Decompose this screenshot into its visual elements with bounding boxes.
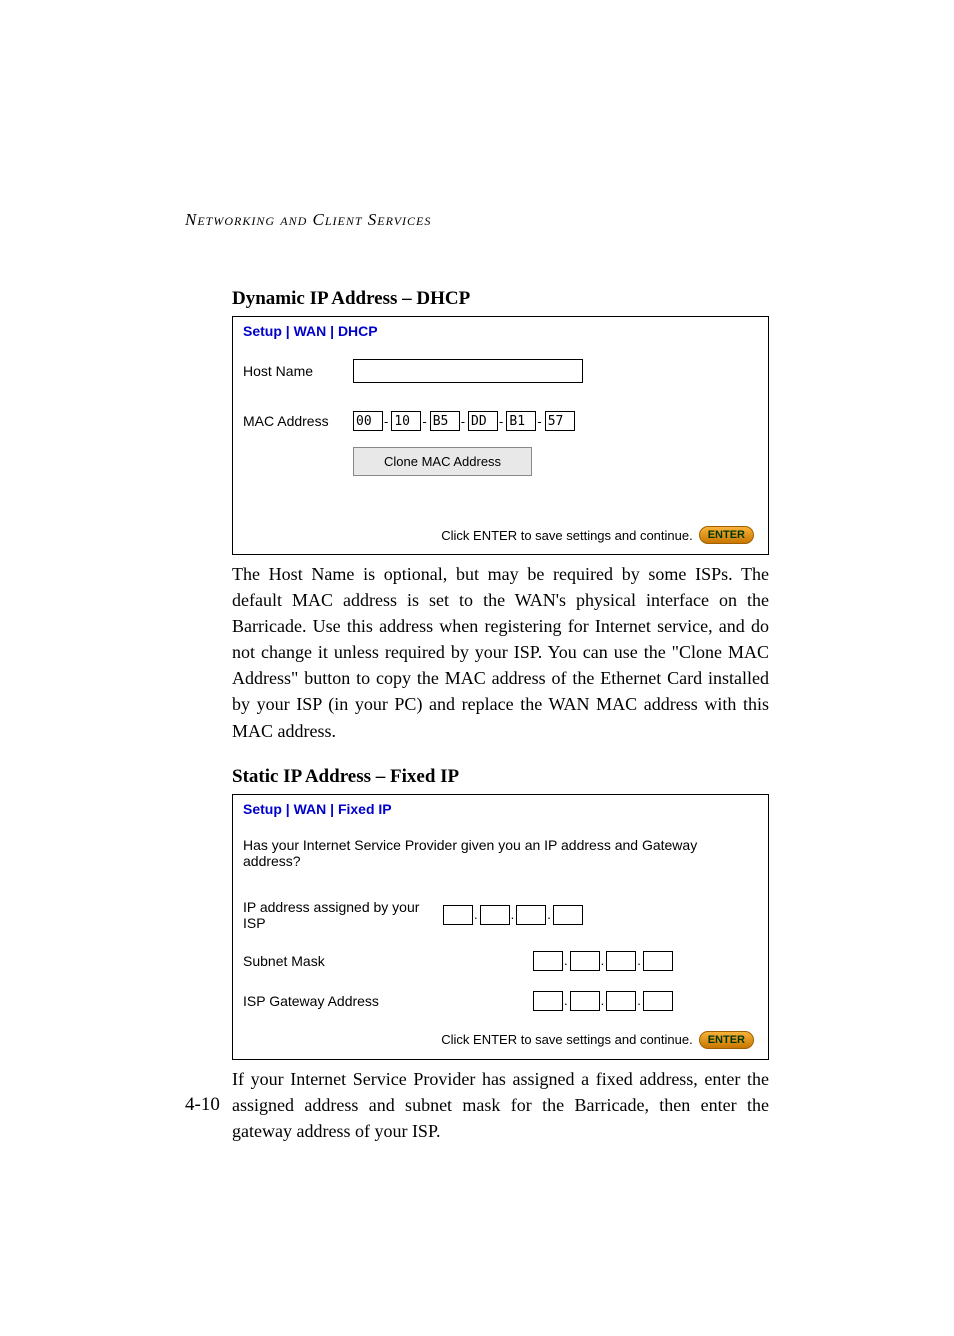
subnet-label: Subnet Mask — [243, 953, 443, 969]
dot: . — [637, 953, 641, 968]
mac-sep: - — [384, 414, 388, 429]
page-number: 4-10 — [185, 1094, 220, 1116]
dot: . — [637, 993, 641, 1008]
gw-oct-1[interactable] — [533, 991, 563, 1011]
mac-sep: - — [461, 414, 465, 429]
host-name-label: Host Name — [243, 363, 353, 379]
subnet-oct-2[interactable] — [570, 951, 600, 971]
ip-label: IP address assigned by your ISP — [243, 899, 443, 931]
ip-oct-1[interactable] — [443, 905, 473, 925]
fixed-panel: Setup | WAN | Fixed IP Has your Internet… — [232, 794, 769, 1060]
mac-oct-1[interactable] — [353, 411, 383, 431]
save-hint-dhcp: Click ENTER to save settings and continu… — [441, 528, 692, 543]
subnet-oct-4[interactable] — [643, 951, 673, 971]
mac-sep: - — [499, 414, 503, 429]
enter-button-dhcp[interactable]: ENTER — [699, 526, 754, 544]
save-hint-fixed: Click ENTER to save settings and continu… — [441, 1032, 692, 1047]
gateway-label: ISP Gateway Address — [243, 993, 443, 1009]
dot: . — [511, 907, 515, 922]
breadcrumb-dhcp: Setup | WAN | DHCP — [243, 323, 758, 339]
ip-oct-4[interactable] — [553, 905, 583, 925]
gw-oct-2[interactable] — [570, 991, 600, 1011]
dot: . — [601, 953, 605, 968]
clone-mac-button[interactable]: Clone MAC Address — [353, 447, 532, 476]
gw-oct-3[interactable] — [606, 991, 636, 1011]
subnet-oct-1[interactable] — [533, 951, 563, 971]
gw-oct-4[interactable] — [643, 991, 673, 1011]
host-name-input[interactable] — [353, 359, 583, 383]
breadcrumb-fixed: Setup | WAN | Fixed IP — [243, 801, 758, 817]
subnet-oct-3[interactable] — [606, 951, 636, 971]
dhcp-panel: Setup | WAN | DHCP Host Name MAC Address… — [232, 316, 769, 555]
section-dhcp-title: Dynamic IP Address – DHCP — [232, 288, 769, 310]
mac-address-label: MAC Address — [243, 413, 353, 429]
mac-oct-6[interactable] — [545, 411, 575, 431]
mac-sep: - — [537, 414, 541, 429]
section-fixed-title: Static IP Address – Fixed IP — [232, 766, 769, 788]
fixed-question: Has your Internet Service Provider given… — [243, 837, 758, 869]
mac-oct-3[interactable] — [430, 411, 460, 431]
ip-oct-2[interactable] — [480, 905, 510, 925]
dot: . — [547, 907, 551, 922]
dot: . — [474, 907, 478, 922]
ip-oct-3[interactable] — [516, 905, 546, 925]
dhcp-body-text: The Host Name is optional, but may be re… — [232, 561, 769, 744]
fixed-body-text: If your Internet Service Provider has as… — [232, 1066, 769, 1144]
dot: . — [564, 993, 568, 1008]
mac-sep: - — [422, 414, 426, 429]
mac-oct-5[interactable] — [506, 411, 536, 431]
mac-oct-4[interactable] — [468, 411, 498, 431]
mac-oct-2[interactable] — [391, 411, 421, 431]
dot: . — [564, 953, 568, 968]
dot: . — [601, 993, 605, 1008]
enter-button-fixed[interactable]: ENTER — [699, 1031, 754, 1049]
running-header: Networking and Client Services — [185, 210, 769, 230]
